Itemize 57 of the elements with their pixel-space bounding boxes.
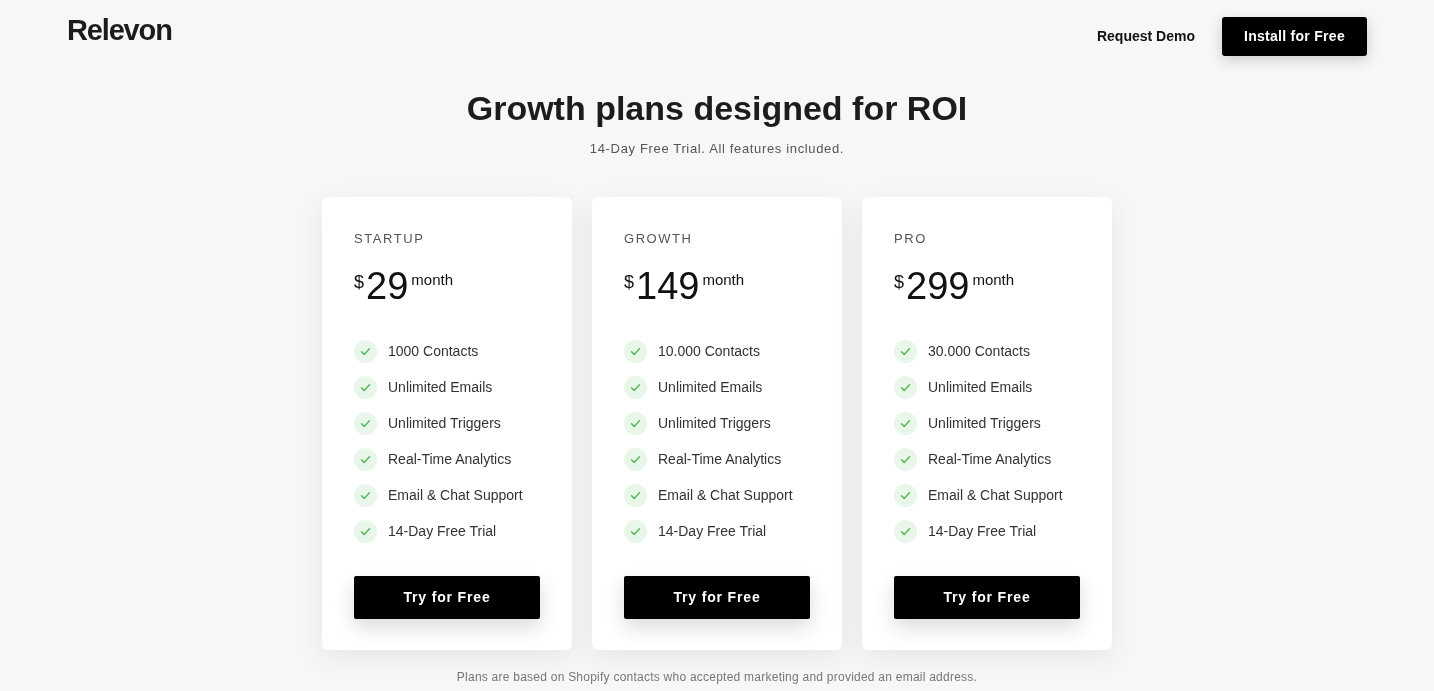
check-icon [354, 339, 377, 363]
check-icon [624, 411, 647, 435]
plan-name: STARTUP [354, 230, 425, 248]
plan-price: 149 [636, 265, 700, 307]
check-icon [624, 339, 647, 363]
feature-text: Unlimited Triggers [658, 413, 771, 433]
feature-text: Email & Chat Support [928, 485, 1063, 505]
check-icon [894, 447, 917, 471]
feature-text: Real-Time Analytics [928, 449, 1052, 469]
currency-symbol: $ [894, 271, 904, 294]
feature-text: Unlimited Triggers [388, 413, 501, 433]
feature-text: 1000 Contacts [388, 341, 479, 361]
feature-text: 14-Day Free Trial [658, 521, 767, 541]
currency-symbol: $ [354, 271, 364, 294]
currency-symbol: $ [624, 271, 634, 294]
check-icon [624, 483, 647, 507]
price-period: month [702, 270, 745, 290]
page-title: Growth plans designed for ROI [466, 88, 968, 128]
install-button[interactable]: Install for Free [1222, 17, 1367, 56]
feature-text: Real-Time Analytics [388, 449, 512, 469]
plan-name: GROWTH [624, 230, 693, 248]
page-subtitle: 14-Day Free Trial. All features included. [589, 140, 845, 158]
try-free-button[interactable]: Try for Free [354, 576, 540, 619]
feature-text: Unlimited Emails [928, 377, 1033, 397]
check-icon [894, 519, 917, 543]
check-icon [354, 411, 377, 435]
check-icon [894, 483, 917, 507]
feature-text: Unlimited Emails [388, 377, 493, 397]
plan-price: 29 [366, 265, 409, 307]
check-icon [894, 339, 917, 363]
check-icon [624, 519, 647, 543]
price-period: month [972, 270, 1015, 290]
feature-text: Email & Chat Support [658, 485, 793, 505]
price-period: month [411, 270, 453, 290]
check-icon [894, 411, 917, 435]
feature-text: Unlimited Triggers [928, 413, 1041, 433]
try-free-button[interactable]: Try for Free [894, 576, 1080, 619]
footnote-text: Plans are based on Shopify contacts who accepted marketing and provided an email address. [456, 670, 978, 685]
feature-text: Unlimited Emails [658, 377, 763, 397]
brand-logo[interactable]: Relevon [67, 14, 172, 46]
feature-text: Email & Chat Support [388, 485, 523, 505]
request-demo-link[interactable]: Request Demo [1096, 26, 1195, 47]
check-icon [354, 483, 377, 507]
feature-text: Real-Time Analytics [658, 449, 782, 469]
plan-price: 299 [906, 265, 970, 307]
try-free-button[interactable]: Try for Free [624, 576, 810, 619]
feature-text: 14-Day Free Trial [928, 521, 1037, 541]
plan-name: PRO [894, 230, 927, 248]
check-icon [624, 375, 647, 399]
check-icon [894, 375, 917, 399]
feature-text: 14-Day Free Trial [388, 521, 497, 541]
feature-text: 10.000 Contacts [658, 341, 760, 361]
check-icon [354, 447, 377, 471]
check-icon [354, 519, 377, 543]
check-icon [354, 375, 377, 399]
feature-text: 30.000 Contacts [928, 341, 1030, 361]
check-icon [624, 447, 647, 471]
